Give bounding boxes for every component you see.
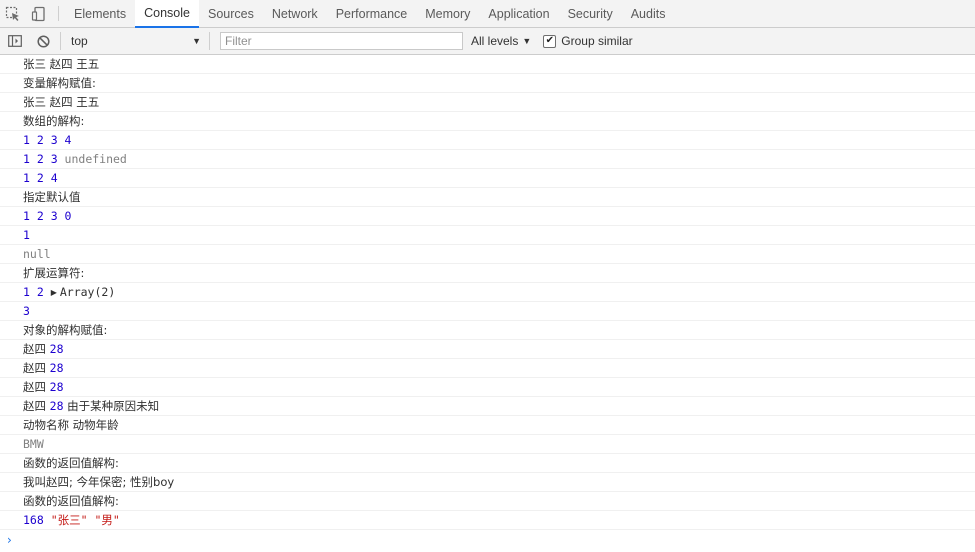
console-message: 指定默认值 (0, 188, 975, 207)
console-message-part: 1 2 3 0 (23, 209, 72, 223)
console-message: 变量解构赋值: (0, 74, 975, 93)
console-output: 张三 赵四 王五 变量解构赋值: 张三 赵四 王五 数组的解构: 1 2 3 4 1 2 … (0, 55, 975, 530)
console-toolbar: top ▼ All levels ▼ ✔ Group similar (0, 28, 975, 55)
clear-console-icon[interactable] (32, 30, 54, 52)
console-message-part: BMW (23, 437, 44, 451)
tab-list: Elements Console Sources Network Performance… (65, 0, 675, 28)
group-similar-checkbox[interactable]: ✔ (543, 34, 557, 48)
console-message-part: 函数的返回值解构: (23, 494, 119, 508)
console-message: 赵四 28 由于某种原因未知 (0, 397, 975, 416)
chevron-down-icon: ▼ (192, 36, 201, 46)
console-message: 对象的解构赋值: (0, 321, 975, 340)
console-message: 1 2 3 4 (0, 131, 975, 150)
console-message-part: 张三 赵四 王五 (23, 57, 100, 71)
tab-network[interactable]: Network (263, 0, 327, 27)
expand-triangle-icon[interactable]: ▶ (51, 288, 57, 297)
tab-sources[interactable]: Sources (199, 0, 263, 27)
tab-audits[interactable]: Audits (622, 0, 675, 27)
console-message: 1 2 ▶ Array(2) (0, 283, 975, 302)
console-message: 1 2 3 undefined (0, 150, 975, 169)
console-message: 我叫赵四; 今年保密; 性别boy (0, 473, 975, 492)
device-toolbar-icon[interactable] (26, 0, 52, 27)
console-message: 函数的返回值解构: (0, 492, 975, 511)
console-message: 3 (0, 302, 975, 321)
show-sidebar-icon[interactable] (4, 30, 26, 52)
tab-performance[interactable]: Performance (327, 0, 417, 27)
chevron-down-icon: ▼ (522, 36, 532, 46)
console-message: 赵四 28 (0, 359, 975, 378)
tab-security[interactable]: Security (559, 0, 622, 27)
console-message-part: 168 (23, 513, 51, 527)
console-message: 168 "张三" "男" (0, 511, 975, 530)
console-message: 数组的解构: (0, 112, 975, 131)
tab-console[interactable]: Console (135, 0, 199, 28)
context-selector[interactable]: top ▼ (67, 31, 203, 51)
console-message: 赵四 28 (0, 340, 975, 359)
tab-application[interactable]: Application (479, 0, 558, 27)
console-prompt[interactable]: › (0, 530, 975, 549)
console-message: 动物名称 动物年龄 (0, 416, 975, 435)
console-message: BMW (0, 435, 975, 454)
console-message-part: 1 2 3 4 (23, 133, 72, 147)
console-message-part: 1 2 4 (23, 171, 58, 185)
filter-input[interactable] (220, 32, 463, 50)
context-label: top (71, 34, 88, 48)
tab-separator (58, 6, 59, 21)
console-message-part: null (23, 247, 51, 261)
console-message-part[interactable]: Array(2) (60, 285, 115, 299)
console-message: 1 (0, 226, 975, 245)
console-message-part: 扩展运算符: (23, 266, 85, 280)
console-message-part: 动物名称 动物年龄 (23, 418, 119, 432)
console-message-part: 1 2 (23, 285, 51, 299)
console-message: 赵四 28 (0, 378, 975, 397)
console-message-part: "张三" "男" (50, 513, 120, 527)
console-message: 扩展运算符: (0, 264, 975, 283)
console-message-part: undefined (64, 152, 127, 166)
console-message-part: 指定默认值 (23, 190, 81, 204)
console-message: 函数的返回值解构: (0, 454, 975, 473)
group-similar-toggle[interactable]: ✔ Group similar (543, 34, 633, 48)
console-message-part: 对象的解构赋值: (23, 323, 108, 337)
console-message-part: 变量解构赋值: (23, 76, 96, 90)
inspect-element-icon[interactable] (0, 0, 26, 27)
console-message-part: 28 (49, 380, 64, 394)
toolbar-separator (60, 32, 61, 50)
console-message-part: 28 (49, 361, 64, 375)
devtools-tab-bar: Elements Console Sources Network Performance… (0, 0, 975, 28)
console-message-part: 赵四 (23, 399, 50, 413)
prompt-chevron-icon: › (7, 532, 12, 547)
tab-elements[interactable]: Elements (65, 0, 135, 27)
log-levels-label: All levels (471, 34, 519, 48)
console-message-part: 函数的返回值解构: (23, 456, 119, 470)
console-message-part: 赵四 (23, 342, 50, 356)
console-message-part: 3 (23, 304, 30, 318)
console-message-part: 我叫赵四; 今年保密; 性别boy (23, 475, 175, 489)
tab-memory[interactable]: Memory (416, 0, 479, 27)
console-message: 张三 赵四 王五 (0, 55, 975, 74)
console-message-part: 28 (49, 399, 64, 413)
toolbar-separator (209, 32, 210, 50)
console-message-part: 由于某种原因未知 (63, 399, 160, 413)
console-message: 1 2 4 (0, 169, 975, 188)
console-message-part: 28 (49, 342, 64, 356)
log-levels-dropdown[interactable]: All levels ▼ (471, 34, 531, 48)
console-message: 张三 赵四 王五 (0, 93, 975, 112)
console-message-part: 1 (23, 228, 30, 242)
console-message-part: 赵四 (23, 380, 50, 394)
console-message-part: 1 2 3 (23, 152, 65, 166)
console-message: 1 2 3 0 (0, 207, 975, 226)
console-message-part: 赵四 (23, 361, 50, 375)
console-message-part: 张三 赵四 王五 (23, 95, 100, 109)
group-similar-label: Group similar (561, 34, 633, 48)
console-message: null (0, 245, 975, 264)
console-message-part: 数组的解构: (23, 114, 85, 128)
